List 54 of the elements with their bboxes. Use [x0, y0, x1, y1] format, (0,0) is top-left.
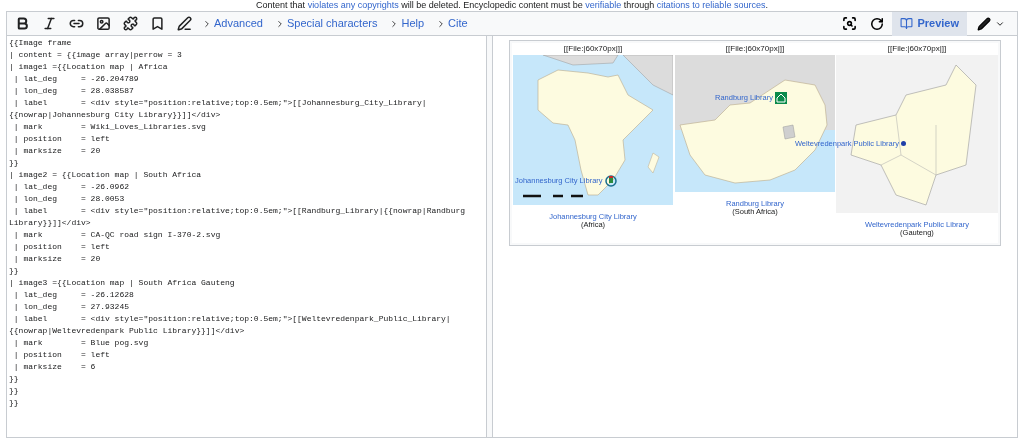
code-line: | content = {{image array|perrow = 3 — [9, 49, 183, 61]
code-line: }} — [9, 157, 20, 169]
code-line: | image2 = {{Location map | South Africa — [9, 169, 203, 181]
code-line: | label = <div style="position:relative;top:0.5em;">[[Johannesburg_City_Library| — [12, 97, 428, 109]
code-line: | marksize = 20 — [12, 253, 102, 265]
code-line: {{nowrap|Weltevredenpark Public Library}}]]</div> — [9, 325, 246, 337]
code-line: {{nowrap|Johannesburg City Library}}]]</div> — [9, 109, 222, 121]
code-line: | lat_deg = -26.0962 — [12, 181, 131, 193]
toolbar-tab[interactable]: Cite — [435, 11, 469, 36]
preview-button[interactable]: Preview — [892, 11, 967, 36]
code-line: | image3 ={{Location map | South Africa Gauteng — [9, 277, 236, 289]
code-line: }} — [9, 265, 20, 277]
code-line: | label = <div style="position:relative;top:0.5em;">[[Randburg_Library|{{nowrap|Randburg — [12, 205, 467, 217]
file-heading: [[File:|60x70px|]] — [563, 43, 623, 55]
code-line: | mark = Wiki_Loves_Libraries.svg — [12, 121, 207, 133]
file-heading: [[File:|60x70px|]] — [887, 43, 947, 55]
code-line: | image1 ={{Location map | Africa — [9, 61, 169, 73]
location-dot-icon — [901, 141, 906, 147]
code-line: | marksize = 20 — [12, 145, 102, 157]
code-line: | mark = CA-QC road sign I-370-2.svg — [12, 229, 222, 241]
code-line: | lat_deg = -26.12628 — [12, 289, 135, 301]
puzzle-icon — [122, 16, 138, 31]
code-line: }} — [9, 385, 20, 397]
notice-link[interactable]: violates any copyrights — [307, 0, 399, 10]
code-line: | lon_deg = 28.0053 — [12, 193, 126, 205]
code-line: Library}}]]</div> — [9, 217, 92, 229]
code-line: | position = left — [12, 241, 111, 253]
refresh-icon — [870, 16, 885, 31]
library-logo-icon — [604, 175, 617, 187]
code-line: | lat_deg = -26.204789 — [12, 73, 140, 85]
code-line: | lon_deg = 27.93245 — [12, 301, 131, 313]
code-line: {{Image frame — [9, 37, 73, 49]
code-line: | position = left — [12, 349, 111, 361]
code-line: | mark = Blue pog.svg — [12, 337, 150, 349]
file-heading: [[File:|60x70px|]] — [725, 43, 785, 55]
pen-icon — [176, 16, 192, 31]
code-line: | lon_deg = 28.038587 — [12, 85, 135, 97]
code-line: }} — [9, 397, 20, 409]
search-icon — [841, 16, 857, 31]
chevron-right-icon — [202, 18, 212, 29]
code-line: }} — [9, 373, 20, 385]
toolbar-tab[interactable]: Help — [388, 11, 426, 36]
italic-icon — [41, 16, 57, 31]
code-line: | label = <div style="position:relative;top:0.5em;">[[Weltevredenpark_Public_Library| — [12, 313, 452, 325]
toolbar-tab[interactable]: Advanced — [201, 11, 264, 36]
code-line: | marksize = 6 — [12, 361, 97, 373]
bookmark-icon — [149, 16, 165, 31]
pen-icon — [977, 16, 991, 31]
notice-link[interactable]: verifiable — [585, 0, 622, 10]
code-line: | position = left — [12, 133, 111, 145]
toolbar-tab[interactable]: Special characters — [273, 11, 379, 36]
book-icon — [900, 17, 914, 30]
image-icon — [95, 16, 111, 31]
notice-text: Content that violates any copyrights will be deleted. Encyclopedic content must be verifiable through citations to reliable sources. — [256, 0, 768, 11]
